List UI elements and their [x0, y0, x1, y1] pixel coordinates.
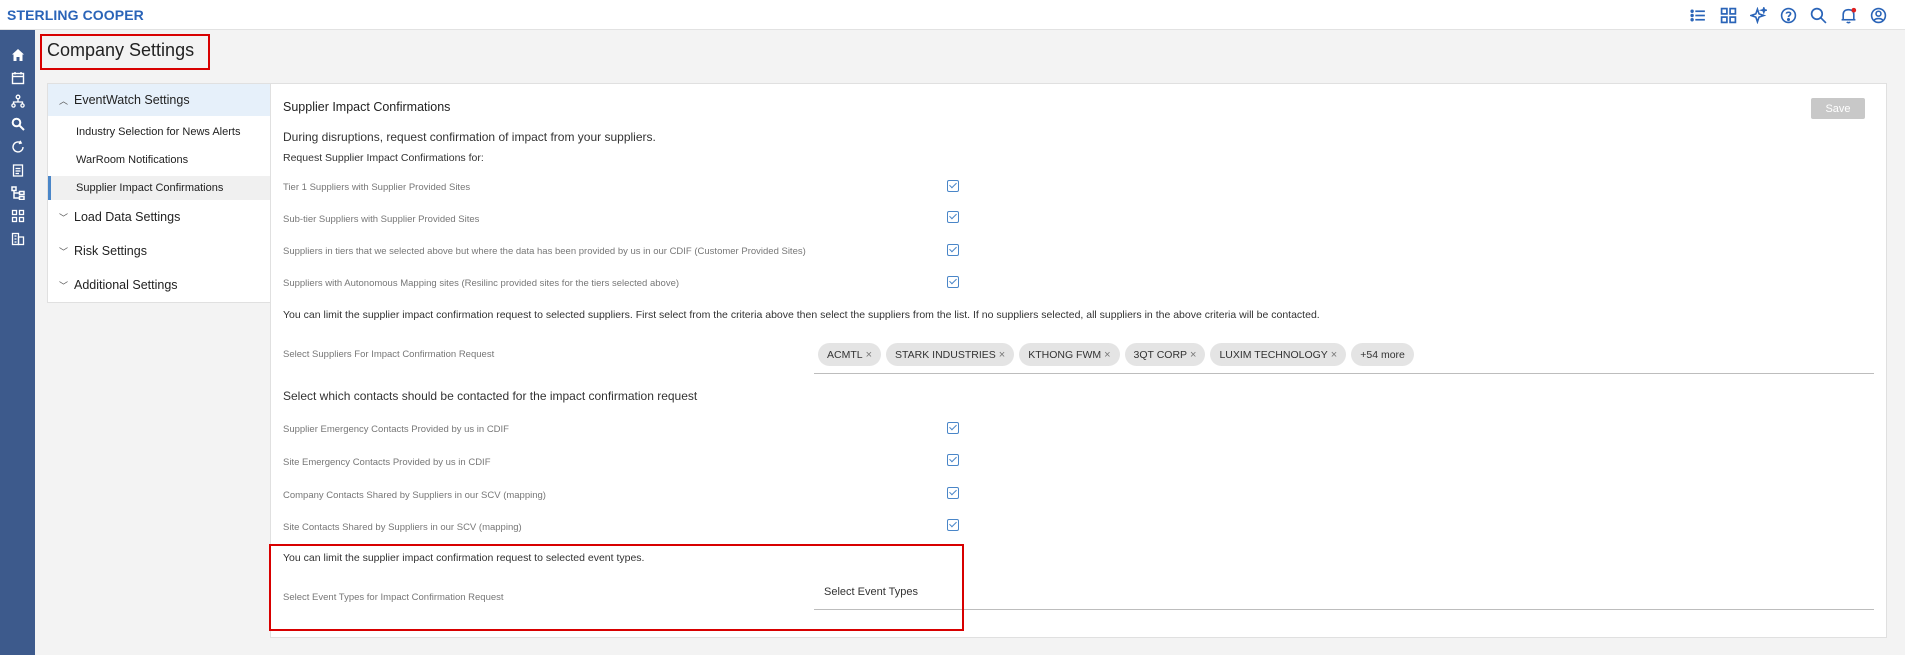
site-emergency-contacts-checkbox[interactable] [947, 454, 959, 466]
section-additional-settings[interactable]: ﹀ Additional Settings [48, 269, 290, 301]
close-icon[interactable]: × [1190, 349, 1196, 361]
customer-provided-checkbox[interactable] [947, 244, 959, 256]
section-label: EventWatch Settings [74, 93, 190, 107]
supplier-emergency-contacts-checkbox[interactable] [947, 422, 959, 434]
tier1-checkbox[interactable] [947, 180, 959, 192]
section-label: Additional Settings [74, 278, 178, 292]
company-contacts-checkbox[interactable] [947, 487, 959, 499]
chip-label: KTHONG FWM [1028, 348, 1102, 361]
supplier-option-label: Suppliers in tiers that we selected abov… [283, 246, 806, 257]
contact-option-label: Supplier Emergency Contacts Provided by … [283, 424, 509, 435]
site-contacts-checkbox[interactable] [947, 519, 959, 531]
save-button[interactable]: Save [1811, 98, 1865, 119]
event-types-highlight-box [269, 544, 964, 631]
nav-item-label: Supplier Impact Confirmations [76, 182, 224, 194]
contact-option-label: Company Contacts Shared by Suppliers in … [283, 490, 546, 501]
help-icon[interactable] [1780, 7, 1797, 24]
grid-icon[interactable] [1720, 7, 1737, 24]
top-toolbar [1690, 7, 1887, 24]
more-suppliers-chip[interactable]: +54 more [1351, 343, 1414, 366]
supplier-chip-list[interactable]: ACMTL × STARK INDUSTRIES × KTHONG FWM × 3QT… [818, 343, 1414, 366]
brand-logo[interactable]: STERLING COOPER [7, 7, 144, 23]
autonomous-mapping-checkbox[interactable] [947, 276, 959, 288]
section-load-data-settings[interactable]: ﹀ Load Data Settings [48, 201, 290, 233]
close-icon[interactable]: × [866, 349, 872, 361]
supplier-chip[interactable]: KTHONG FWM × [1019, 343, 1120, 366]
chip-label: LUXIM TECHNOLOGY [1219, 348, 1328, 361]
search-icon[interactable] [1810, 7, 1827, 24]
supplier-chip[interactable]: LUXIM TECHNOLOGY × [1210, 343, 1347, 366]
event-select-underline [814, 609, 1874, 610]
supplier-chip[interactable]: ACMTL × [818, 343, 882, 366]
settings-nav-panel: ︿ EventWatch Settings Industry Selection… [47, 83, 291, 303]
supplier-select-underline [814, 373, 1874, 374]
subtier-checkbox[interactable] [947, 211, 959, 223]
supplier-chip[interactable]: STARK INDUSTRIES × [886, 343, 1015, 366]
supplier-option-label: Sub-tier Suppliers with Supplier Provide… [283, 214, 480, 225]
chevron-down-icon: ﹀ [59, 213, 69, 223]
home-icon[interactable] [11, 48, 25, 62]
chip-label: ACMTL [827, 348, 863, 361]
top-bar: STERLING COOPER [0, 0, 1905, 30]
search-icon[interactable] [11, 117, 25, 131]
contacts-heading: Select which contacts should be contacte… [283, 389, 698, 403]
bell-icon[interactable] [1840, 7, 1857, 24]
contact-option-label: Site Contacts Shared by Suppliers in our… [283, 522, 522, 533]
panel-title: Supplier Impact Confirmations [283, 100, 451, 114]
select-suppliers-label: Select Suppliers For Impact Confirmation… [283, 349, 495, 360]
intro-heading: During disruptions, request confirmation… [283, 130, 656, 144]
limit-suppliers-note: You can limit the supplier impact confir… [283, 309, 1320, 321]
contact-option-label: Site Emergency Contacts Provided by us i… [283, 457, 491, 468]
supplier-option-label: Tier 1 Suppliers with Supplier Provided … [283, 182, 471, 193]
clipboard-icon[interactable] [11, 163, 25, 177]
apps-icon[interactable] [11, 209, 25, 223]
refresh-icon[interactable] [11, 140, 25, 154]
section-risk-settings[interactable]: ﹀ Risk Settings [48, 235, 290, 267]
section-label: Load Data Settings [74, 210, 181, 224]
section-label: Risk Settings [74, 244, 147, 258]
chevron-down-icon: ﹀ [59, 247, 69, 257]
nav-item-label: WarRoom Notifications [76, 154, 189, 166]
hierarchy-icon[interactable] [11, 186, 25, 200]
sparkle-icon[interactable] [1750, 7, 1767, 24]
close-icon[interactable]: × [1331, 349, 1337, 361]
building-icon[interactable] [11, 232, 25, 246]
chip-label: STARK INDUSTRIES [895, 348, 996, 361]
nav-item-supplier-impact-confirmations[interactable]: Supplier Impact Confirmations [48, 176, 290, 200]
request-heading: Request Supplier Impact Confirmations fo… [283, 152, 484, 164]
close-icon[interactable]: × [1104, 349, 1110, 361]
chip-label: 3QT CORP [1133, 348, 1188, 361]
user-icon[interactable] [1870, 7, 1887, 24]
nav-item-label: Industry Selection for News Alerts [76, 126, 241, 138]
list-icon[interactable] [1690, 7, 1707, 24]
side-nav [0, 30, 35, 655]
supplier-chip[interactable]: 3QT CORP × [1124, 343, 1206, 366]
supplier-option-label: Suppliers with Autonomous Mapping sites … [283, 278, 680, 289]
network-icon[interactable] [11, 94, 25, 108]
close-icon[interactable]: × [999, 349, 1005, 361]
nav-item-warroom-notifications[interactable]: WarRoom Notifications [48, 148, 290, 172]
chevron-down-icon: ﹀ [59, 281, 69, 291]
nav-item-industry-selection[interactable]: Industry Selection for News Alerts [48, 120, 290, 144]
chevron-up-icon: ︿ [59, 96, 69, 106]
section-eventwatch-settings[interactable]: ︿ EventWatch Settings [48, 84, 290, 116]
calendar-icon[interactable] [11, 71, 25, 85]
title-highlight-box [40, 34, 210, 70]
